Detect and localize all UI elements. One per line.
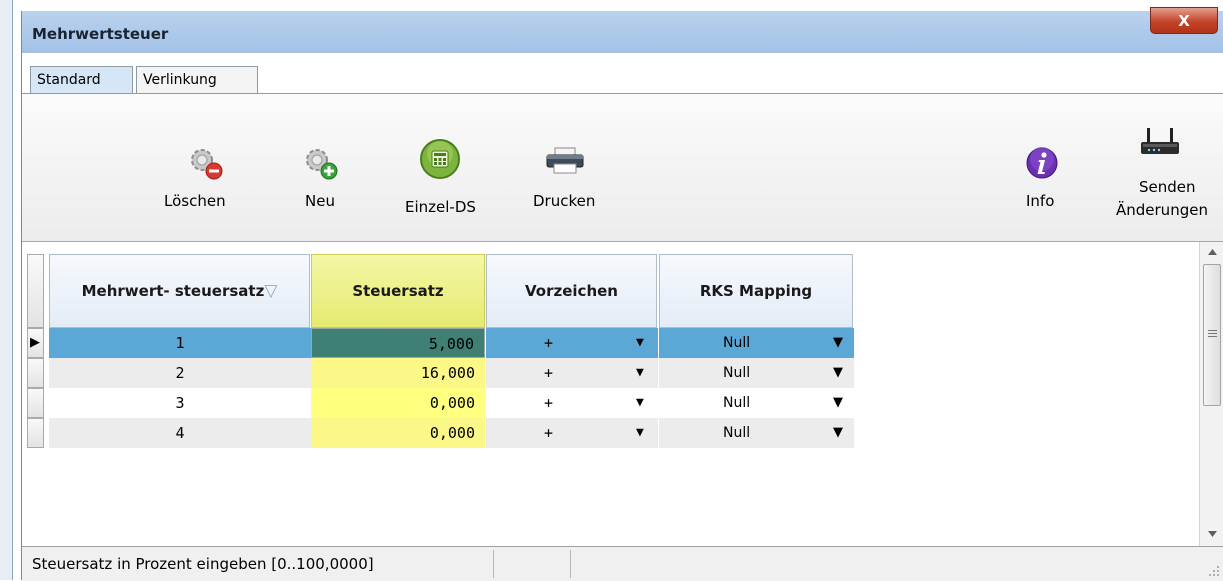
column-header-vorzeichen[interactable]: Vorzeichen bbox=[486, 254, 657, 328]
status-divider bbox=[570, 550, 571, 578]
dropdown-arrow-icon[interactable]: ▼ bbox=[636, 418, 644, 448]
close-button[interactable]: X bbox=[1150, 7, 1218, 34]
scroll-up-icon[interactable] bbox=[1207, 248, 1218, 256]
vorzeichen-value: + bbox=[544, 394, 554, 412]
router-icon bbox=[1141, 128, 1179, 154]
cell-vorzeichen[interactable]: + ▼ bbox=[486, 418, 658, 448]
cell-steuersatz[interactable]: 0,000 bbox=[311, 418, 485, 448]
dropdown-arrow-icon[interactable]: ▼ bbox=[833, 418, 843, 448]
grid-corner-header bbox=[27, 254, 44, 328]
cell-rks-mapping[interactable]: Null ▼ bbox=[659, 418, 854, 448]
row-selector[interactable]: ▶ bbox=[27, 328, 44, 358]
tab-strip: Standard Verlinkung bbox=[22, 53, 1223, 95]
cell-vorzeichen[interactable]: + ▼ bbox=[486, 328, 658, 358]
column-header-label: Vorzeichen bbox=[525, 282, 618, 300]
vat-window: Mehrwertsteuer X Standard Verlinkung Lös… bbox=[21, 7, 1223, 581]
delete-button[interactable]: Löschen bbox=[156, 112, 256, 222]
status-bar: Steuersatz in Prozent eingeben [0..100,0… bbox=[22, 546, 1223, 581]
gear-delete-icon bbox=[191, 149, 223, 180]
send-changes-button[interactable]: Senden Änderungen bbox=[1102, 112, 1217, 227]
single-record-label: Einzel-DS bbox=[405, 198, 476, 216]
dropdown-arrow-icon[interactable]: ▼ bbox=[636, 358, 644, 388]
close-icon: X bbox=[1178, 12, 1190, 30]
column-header-mehrwertsteuersatz[interactable]: Mehrwert- steuersatz▽ bbox=[49, 254, 310, 328]
printer-icon bbox=[546, 147, 584, 174]
print-button[interactable]: Drucken bbox=[525, 112, 615, 222]
column-header-rks-mapping[interactable]: RKS Mapping bbox=[659, 254, 853, 328]
rks-mapping-value: Null bbox=[723, 335, 751, 351]
resize-grip-icon[interactable] bbox=[1208, 565, 1220, 577]
single-record-button[interactable]: Einzel-DS bbox=[388, 112, 498, 222]
cell-mehrwertsteuersatz[interactable]: 1 bbox=[49, 328, 311, 358]
column-header-label: Steuersatz bbox=[352, 282, 444, 300]
rks-mapping-value: Null bbox=[723, 395, 751, 411]
tab-verlinkung[interactable]: Verlinkung bbox=[136, 66, 258, 94]
column-header-label: Mehrwert- steuersatz bbox=[81, 282, 265, 300]
sort-indicator-icon: ▽ bbox=[264, 281, 278, 301]
status-divider bbox=[493, 550, 494, 578]
cell-vorzeichen[interactable]: + ▼ bbox=[486, 358, 658, 388]
send-changes-label-line2: Änderungen bbox=[1116, 201, 1208, 219]
gear-add-icon bbox=[306, 149, 338, 180]
background-window-edge bbox=[0, 0, 13, 580]
cell-rks-mapping[interactable]: Null ▼ bbox=[659, 328, 854, 358]
cell-mehrwertsteuersatz[interactable]: 3 bbox=[49, 388, 311, 418]
column-header-steuersatz[interactable]: Steuersatz bbox=[311, 254, 485, 328]
cell-rks-mapping[interactable]: Null ▼ bbox=[659, 388, 854, 418]
dropdown-arrow-icon[interactable]: ▼ bbox=[636, 388, 644, 418]
grip-icon bbox=[1208, 330, 1217, 337]
cell-steuersatz[interactable]: 16,000 bbox=[311, 358, 485, 388]
column-header-label: RKS Mapping bbox=[699, 282, 813, 300]
send-changes-label-line1: Senden bbox=[1139, 178, 1196, 196]
new-label: Neu bbox=[305, 192, 335, 210]
scrollbar-thumb[interactable] bbox=[1203, 264, 1221, 406]
info-label: Info bbox=[1026, 192, 1055, 210]
dropdown-arrow-icon[interactable]: ▼ bbox=[833, 388, 843, 418]
cell-mehrwertsteuersatz[interactable]: 4 bbox=[49, 418, 311, 448]
vorzeichen-value: + bbox=[544, 334, 554, 352]
cell-rks-mapping[interactable]: Null ▼ bbox=[659, 358, 854, 388]
dropdown-arrow-icon[interactable]: ▼ bbox=[636, 328, 644, 358]
rks-mapping-value: Null bbox=[723, 425, 751, 441]
calculator-icon bbox=[420, 139, 460, 179]
dropdown-arrow-icon[interactable]: ▼ bbox=[833, 358, 843, 388]
cell-steuersatz[interactable]: 5,000 bbox=[311, 328, 485, 358]
current-row-icon: ▶ bbox=[30, 335, 40, 350]
new-button[interactable]: Neu bbox=[289, 112, 359, 222]
rks-mapping-value: Null bbox=[723, 365, 751, 381]
vertical-scrollbar[interactable] bbox=[1199, 242, 1223, 546]
info-button[interactable]: Info bbox=[1012, 112, 1072, 222]
row-selector[interactable] bbox=[27, 388, 44, 418]
window-title: Mehrwertsteuer bbox=[32, 25, 169, 43]
toolbar: Löschen Neu Einzel-DS Drucken Info Sende… bbox=[22, 94, 1223, 242]
vorzeichen-value: + bbox=[544, 364, 554, 382]
title-bar: Mehrwertsteuer X bbox=[22, 7, 1223, 53]
info-icon bbox=[1026, 147, 1058, 179]
cell-mehrwertsteuersatz[interactable]: 2 bbox=[49, 358, 311, 388]
dropdown-arrow-icon[interactable]: ▼ bbox=[833, 328, 843, 358]
row-selector[interactable] bbox=[27, 358, 44, 388]
tab-standard[interactable]: Standard bbox=[30, 66, 133, 95]
cell-vorzeichen[interactable]: + ▼ bbox=[486, 388, 658, 418]
vat-grid: Mehrwert- steuersatz▽ Steuersatz Vorzeic… bbox=[22, 242, 1223, 546]
scroll-down-icon[interactable] bbox=[1207, 530, 1218, 538]
print-label: Drucken bbox=[533, 192, 596, 210]
row-selector[interactable] bbox=[27, 418, 44, 448]
status-hint: Steuersatz in Prozent eingeben [0..100,0… bbox=[32, 555, 374, 573]
cell-steuersatz[interactable]: 0,000 bbox=[311, 388, 485, 418]
delete-label: Löschen bbox=[164, 192, 226, 210]
vorzeichen-value: + bbox=[544, 424, 554, 442]
